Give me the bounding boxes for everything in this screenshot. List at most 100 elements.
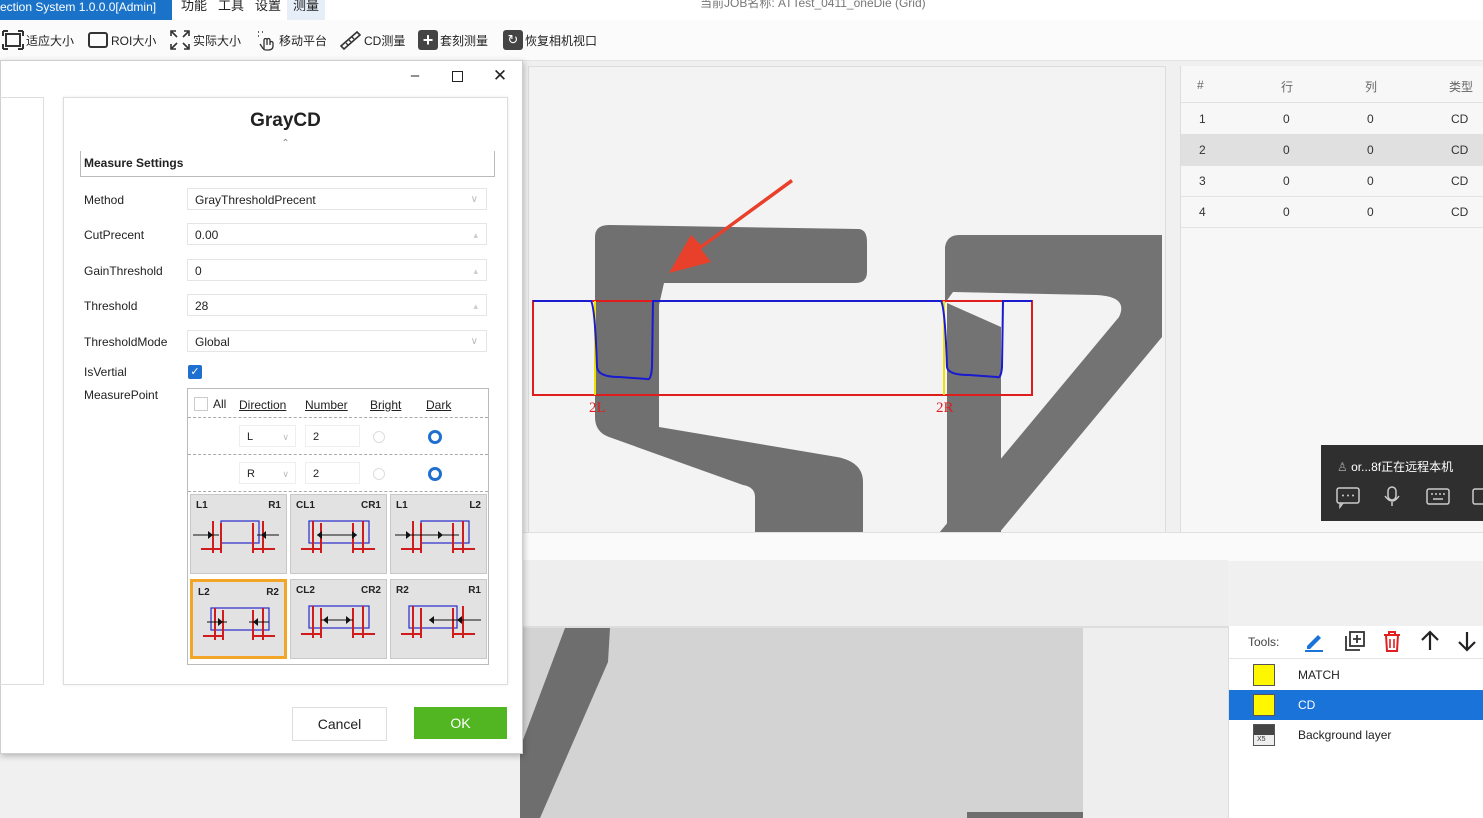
threshold-value: 28 (195, 299, 209, 313)
overlay-measure-button[interactable]: + 套刻测量 (418, 30, 488, 50)
layer-name: MATCH (1298, 668, 1340, 682)
cancel-button[interactable]: Cancel (292, 707, 387, 741)
camera-image-view[interactable]: 2L 2R (528, 66, 1166, 534)
menu-settings[interactable]: 设置 (255, 0, 281, 12)
spinner-icon[interactable]: ▴ (473, 295, 478, 317)
gain-threshold-input[interactable]: 0 ▴ (187, 259, 487, 281)
direction-select[interactable]: R ∨ (239, 462, 296, 484)
fit-size-icon (2, 30, 24, 50)
measure-mode-tile-cl1-cr1[interactable]: CL1 CR1 (290, 494, 387, 574)
chat-icon (1336, 487, 1360, 509)
layer-background[interactable]: X5 Background layer (1229, 720, 1483, 750)
header-col: 列 (1365, 80, 1378, 94)
threshold-input[interactable]: 28 ▴ (187, 294, 487, 316)
refresh-icon: ↻ (503, 30, 523, 50)
chevron-down-icon: ∨ (470, 194, 478, 205)
layer-color-swatch (1253, 694, 1275, 716)
table-row[interactable]: 3 0 0 CD (1181, 165, 1483, 197)
left-panel (0, 97, 44, 685)
menu-measure[interactable]: 测量 (287, 0, 326, 20)
move-stage-label: 移动平台 (279, 33, 328, 48)
cell-row: 0 (1283, 143, 1290, 157)
move-stage-button[interactable]: 移动平台 (255, 30, 328, 51)
method-select[interactable]: GrayThresholdPrecent ∨ (187, 188, 487, 210)
lower-strip (520, 532, 1483, 561)
method-label: Method (84, 193, 125, 207)
menu-function[interactable]: 功能 (181, 0, 207, 12)
spinner-icon[interactable]: ▴ (473, 224, 478, 246)
edit-icon[interactable] (1303, 630, 1325, 652)
table-row[interactable]: 4 0 0 CD (1181, 196, 1483, 228)
cell-row: 0 (1283, 112, 1290, 126)
bright-radio[interactable] (373, 431, 385, 443)
menu-tools[interactable]: 工具 (218, 0, 244, 12)
arrow-up-icon[interactable] (1419, 630, 1441, 652)
gain-threshold-value: 0 (195, 264, 202, 278)
table-row[interactable]: 1 0 0 CD (1181, 103, 1483, 135)
remote-controls[interactable] (1335, 485, 1483, 509)
secondary-image (520, 628, 1083, 818)
settings-card: GrayCD ⌃ Measure Settings Method GrayThr… (63, 97, 508, 685)
cell-index: 3 (1199, 174, 1206, 188)
measure-point-grid: All Direction Number Bright Dark L ∨ 2 R ∨… (187, 388, 489, 665)
layer-cd[interactable]: CD (1229, 690, 1483, 720)
edge-label-2r: 2R (936, 400, 954, 416)
layer-color-swatch (1253, 664, 1275, 686)
table-row-selected[interactable]: 2 0 0 CD (1181, 134, 1483, 166)
chevron-down-icon: ∨ (470, 336, 478, 347)
plus-icon: + (418, 30, 438, 50)
cutprecent-input[interactable]: 0.00 ▴ (187, 223, 487, 245)
cell-type: CD (1451, 205, 1469, 219)
spinner-icon[interactable]: ▴ (473, 260, 478, 282)
isvertial-label: IsVertial (84, 365, 127, 379)
arrow-down-icon[interactable] (1456, 630, 1478, 652)
actual-size-button[interactable]: 实际大小 (169, 30, 241, 50)
collapse-chevron-icon[interactable]: ⌃ (64, 138, 507, 149)
dark-radio[interactable] (428, 467, 442, 481)
roi-size-button[interactable]: ROI大小 (87, 30, 156, 50)
measure-mode-tile-l1-l2[interactable]: L1 L2 (390, 494, 487, 574)
cell-type: CD (1451, 143, 1469, 157)
job-name: 当前JOB名称: ATTest_0411_oneDie (Grid) (700, 0, 926, 10)
measure-mode-tile-l2-r2[interactable]: L2 R2 (190, 579, 287, 659)
delete-icon[interactable] (1381, 629, 1403, 653)
all-label: All (213, 397, 227, 411)
microphone-icon (1384, 486, 1400, 506)
ok-button[interactable]: OK (414, 707, 507, 739)
number-input[interactable]: 2 (305, 425, 360, 447)
roi-size-icon (88, 32, 108, 48)
minimize-icon[interactable]: – (405, 67, 425, 87)
edge-label-2l: 2L (589, 400, 606, 416)
fit-size-button[interactable]: 适应大小 (2, 30, 74, 50)
measure-mode-tile-l1-r1[interactable]: L1 R1 (190, 494, 287, 574)
add-layer-icon[interactable] (1344, 630, 1366, 652)
measure-mode-tile-cl2-cr2[interactable]: CL2 CR2 (290, 579, 387, 659)
measurepoint-label: MeasurePoint (84, 388, 159, 402)
isvertial-checkbox[interactable]: ✓ (188, 365, 202, 379)
select-all-checkbox[interactable] (194, 397, 208, 411)
cell-col: 0 (1367, 205, 1374, 219)
direction-select[interactable]: L ∨ (239, 425, 296, 447)
cell-type: CD (1451, 174, 1469, 188)
number-header: Number (305, 398, 348, 412)
bright-radio[interactable] (373, 468, 385, 480)
threshold-mode-select[interactable]: Global ∨ (187, 330, 487, 352)
secondary-image-view[interactable] (520, 560, 1228, 818)
layer-name: Background layer (1298, 728, 1392, 742)
measure-point-row: L ∨ 2 (188, 417, 488, 455)
remote-session-banner: ♙ or...8f正在远程本机 (1321, 445, 1483, 521)
layer-match[interactable]: MATCH (1229, 660, 1483, 690)
cutprecent-label: CutPrecent (84, 228, 145, 242)
measure-point-row: R ∨ 2 (188, 454, 488, 492)
menu-bar: ection System 1.0.0.0[Admin] 功能 工具 设置 测量… (0, 0, 1483, 20)
dark-radio[interactable] (428, 430, 442, 444)
cd-measure-button[interactable]: CD测量 (340, 30, 405, 50)
close-icon[interactable]: ✕ (490, 67, 510, 87)
maximize-icon[interactable] (447, 67, 467, 87)
threshold-mode-label: ThresholdMode (84, 335, 168, 349)
measure-mode-tile-r2-r1[interactable]: R2 R1 (390, 579, 487, 659)
roi-size-label: ROI大小 (111, 33, 157, 48)
cell-col: 0 (1367, 174, 1374, 188)
number-input[interactable]: 2 (305, 462, 360, 484)
restore-viewport-button[interactable]: ↻ 恢复相机视口 (503, 30, 597, 50)
